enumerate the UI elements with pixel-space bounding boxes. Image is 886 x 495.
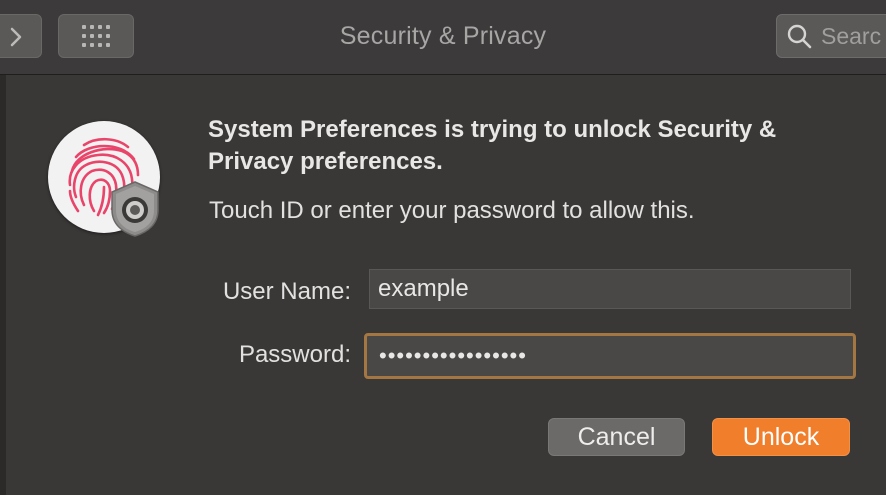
toolbar: Security & Privacy bbox=[0, 0, 886, 75]
password-label: Password: bbox=[238, 341, 351, 368]
username-label: User Name: bbox=[222, 278, 351, 305]
password-field[interactable] bbox=[364, 333, 856, 379]
search-input[interactable] bbox=[821, 23, 881, 50]
username-field[interactable] bbox=[369, 269, 851, 309]
lock-icon bbox=[106, 180, 164, 238]
system-preferences-window: Security & Privacy Search System Prefere… bbox=[0, 0, 886, 495]
unlock-button[interactable]: Unlock bbox=[712, 418, 850, 456]
dialog-heading: System Preferences is trying to unlock S… bbox=[208, 116, 777, 175]
sheet-edge bbox=[0, 75, 6, 495]
cancel-button[interactable]: Cancel bbox=[548, 418, 685, 456]
search-icon bbox=[787, 24, 812, 49]
dialog-subtext: Touch ID or enter your password to allow… bbox=[209, 197, 695, 224]
search-field[interactable] bbox=[776, 14, 886, 58]
window-title: Security & Privacy bbox=[339, 22, 547, 50]
